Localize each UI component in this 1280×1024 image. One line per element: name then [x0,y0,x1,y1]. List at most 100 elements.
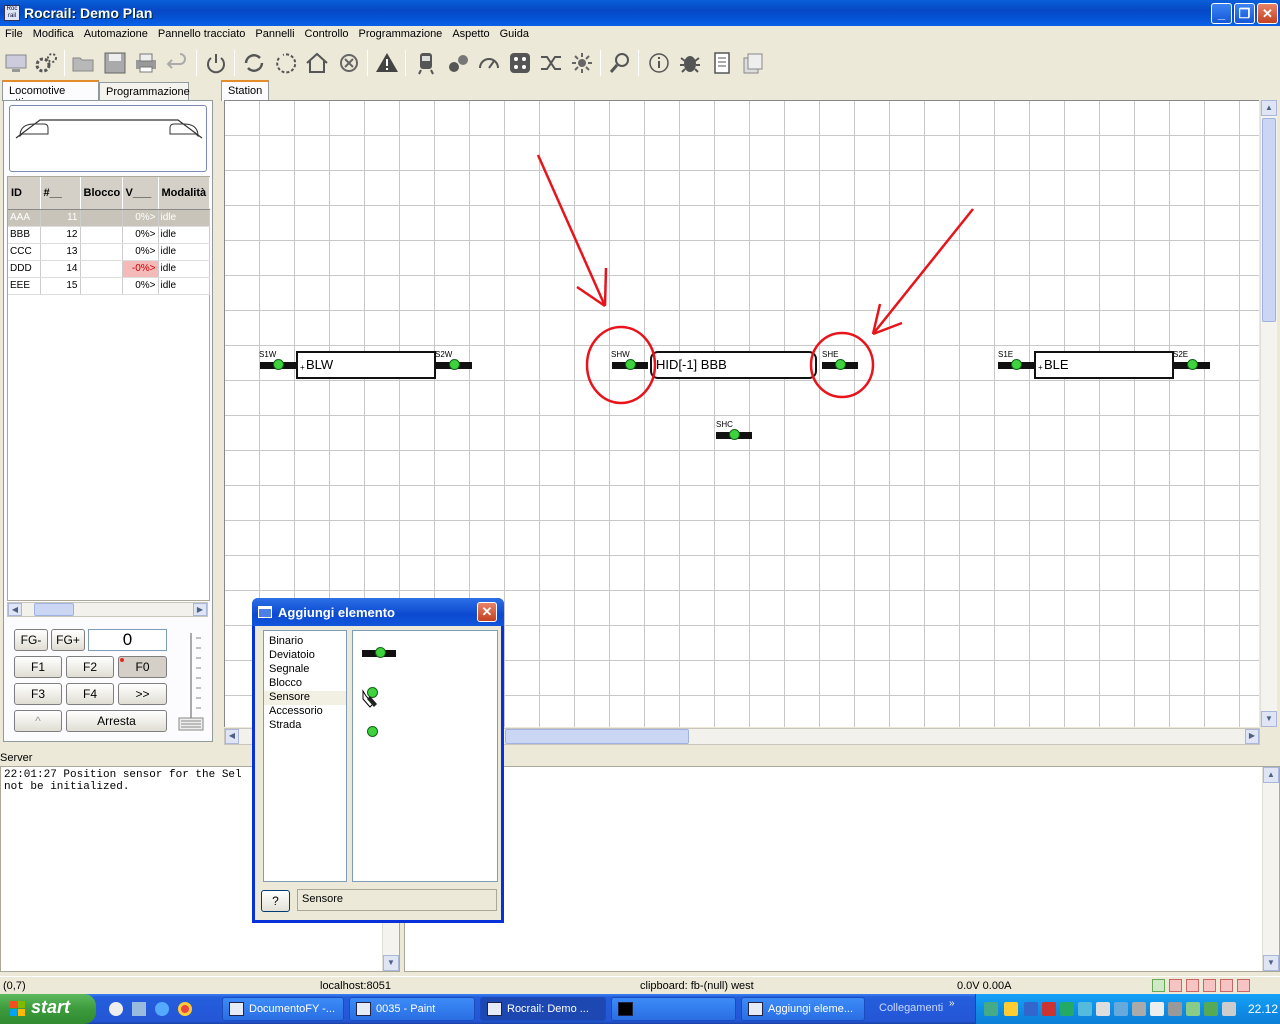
chevron-icon[interactable]: » [949,998,955,1009]
tab-station[interactable]: Station [221,80,269,101]
secondary-log-panel[interactable] [404,766,1280,972]
ie-icon[interactable] [155,1002,169,1016]
table-row[interactable]: AAA 11 0%> idle [8,209,210,227]
f3-button[interactable]: F3 [14,683,62,705]
menu-programmazione[interactable]: Programmazione [354,26,448,40]
tray-icon[interactable] [1132,1002,1146,1016]
menu-pannello-tracciato[interactable]: Pannello tracciato [153,26,250,40]
scroll-left-icon[interactable]: ◀ [225,729,239,744]
task-rocrail[interactable]: Rocrail: Demo ... [480,997,606,1021]
clock[interactable]: 22.12 [1248,1002,1278,1016]
network-icon[interactable] [507,50,533,76]
home-icon[interactable] [304,50,330,76]
power-icon[interactable] [203,50,229,76]
table-row[interactable]: EEE 15 0%> idle [8,277,210,295]
print-icon[interactable] [133,50,159,76]
scroll-right-icon[interactable]: ▶ [1245,729,1259,744]
list-item-binario[interactable]: Binario [264,635,346,649]
fg-minus-button[interactable]: FG- [14,629,48,651]
menu-file[interactable]: File [0,26,28,40]
light-icon[interactable] [569,50,595,76]
pages-icon[interactable] [740,50,766,76]
col-velocity[interactable]: V___ [122,177,159,210]
tray-icon[interactable] [1168,1002,1182,1016]
f0-button[interactable]: F0 [118,656,167,678]
maximize-button[interactable]: ❐ [1234,3,1255,24]
scroll-up-icon[interactable]: ▲ [1261,100,1277,116]
scroll-down-icon[interactable]: ▼ [1261,711,1277,727]
table-row[interactable]: CCC 13 0%> idle [8,243,210,261]
dialog-close-button[interactable]: ✕ [477,602,497,622]
task-documento[interactable]: DocumentoFY -... [222,997,344,1021]
tray-icon[interactable] [1042,1002,1056,1016]
table-row[interactable]: BBB 12 0%> idle [8,226,210,244]
shuffle-icon[interactable] [538,50,564,76]
col-number[interactable]: #__ [40,177,81,210]
menu-modifica[interactable]: Modifica [28,26,79,40]
train-icon[interactable] [413,50,439,76]
save-icon[interactable] [102,50,128,76]
speed-slider[interactable] [178,630,204,735]
locomotive-icon[interactable] [445,50,471,76]
start-button[interactable]: start [0,994,96,1024]
chrome-icon[interactable] [178,1002,192,1016]
tab-programmazione[interactable]: Programmazione [99,82,190,102]
preview-sensor-led[interactable] [367,726,378,737]
tray-icon[interactable] [1024,1002,1038,1016]
help-button[interactable]: ? [261,890,290,912]
monitor-icon[interactable] [3,50,29,76]
f2-button[interactable]: F2 [66,656,114,678]
links-toolbar[interactable]: Collegamenti [879,1002,943,1014]
scroll-down-icon[interactable]: ▼ [383,955,399,971]
scroll-thumb[interactable] [1262,118,1276,322]
tray-icon[interactable] [1096,1002,1110,1016]
tab-locomotive-attive[interactable]: Locomotive attive [2,80,99,109]
task-aggiungi-elemento[interactable]: Aggiungi eleme... [741,997,865,1021]
canvas-vertical-scrollbar[interactable]: ▲ ▼ [1260,100,1277,727]
menu-controllo[interactable]: Controllo [300,26,354,40]
quicklaunch-icon[interactable] [132,1002,146,1016]
col-blocco[interactable]: Blocco [80,177,123,210]
close-button[interactable]: ✕ [1257,3,1278,24]
bug-icon[interactable] [677,50,703,76]
minimize-button[interactable]: _ [1211,3,1232,24]
list-item-deviatoio[interactable]: Deviatoio [264,649,346,663]
preview-track-sensor[interactable] [362,647,396,658]
sync-icon[interactable] [241,50,267,76]
speedometer-icon[interactable] [476,50,502,76]
task-console[interactable] [611,997,736,1021]
tray-icon[interactable] [1060,1002,1074,1016]
list-item-segnale[interactable]: Segnale [264,663,346,677]
open-folder-icon[interactable] [70,50,96,76]
fg-plus-button[interactable]: FG+ [51,629,85,651]
scroll-up-icon[interactable]: ▲ [1263,767,1279,783]
info-icon[interactable] [646,50,672,76]
table-horizontal-scrollbar[interactable]: ◀ ▶ [7,602,208,617]
network-icon[interactable] [1186,1002,1200,1016]
table-row[interactable]: DDD 14 -0%> idle [8,260,210,278]
undo-icon[interactable] [164,50,190,76]
col-modalita[interactable]: Modalità [158,177,210,210]
title-bar[interactable]: Roc rail Rocrail: Demo Plan _ ❐ ✕ [0,0,1280,26]
list-item-blocco[interactable]: Blocco [264,677,346,691]
stop-button[interactable]: Arresta [66,710,167,732]
more-functions-button[interactable]: >> [118,683,167,705]
app-icon[interactable]: Roc rail [4,5,20,21]
menu-aspetto[interactable]: Aspetto [447,26,494,40]
list-item-sensore[interactable]: Sensore [264,691,346,705]
cancel-icon[interactable] [336,50,362,76]
tray-icon[interactable] [1114,1002,1128,1016]
gears-icon[interactable] [33,50,59,76]
menu-automazione[interactable]: Automazione [79,26,153,40]
scroll-right-icon[interactable]: ▶ [193,603,207,616]
list-item-accessorio[interactable]: Accessorio [264,705,346,719]
scroll-thumb[interactable] [505,729,689,744]
tray-icon[interactable] [1222,1002,1236,1016]
f1-button[interactable]: F1 [14,656,62,678]
f4-button[interactable]: F4 [66,683,114,705]
scroll-down-icon[interactable]: ▼ [1263,955,1279,971]
quicklaunch-icon[interactable] [109,1002,123,1016]
col-id[interactable]: ID [8,177,41,210]
direction-button[interactable]: ^ [14,710,62,732]
list-item-strada[interactable]: Strada [264,719,346,733]
